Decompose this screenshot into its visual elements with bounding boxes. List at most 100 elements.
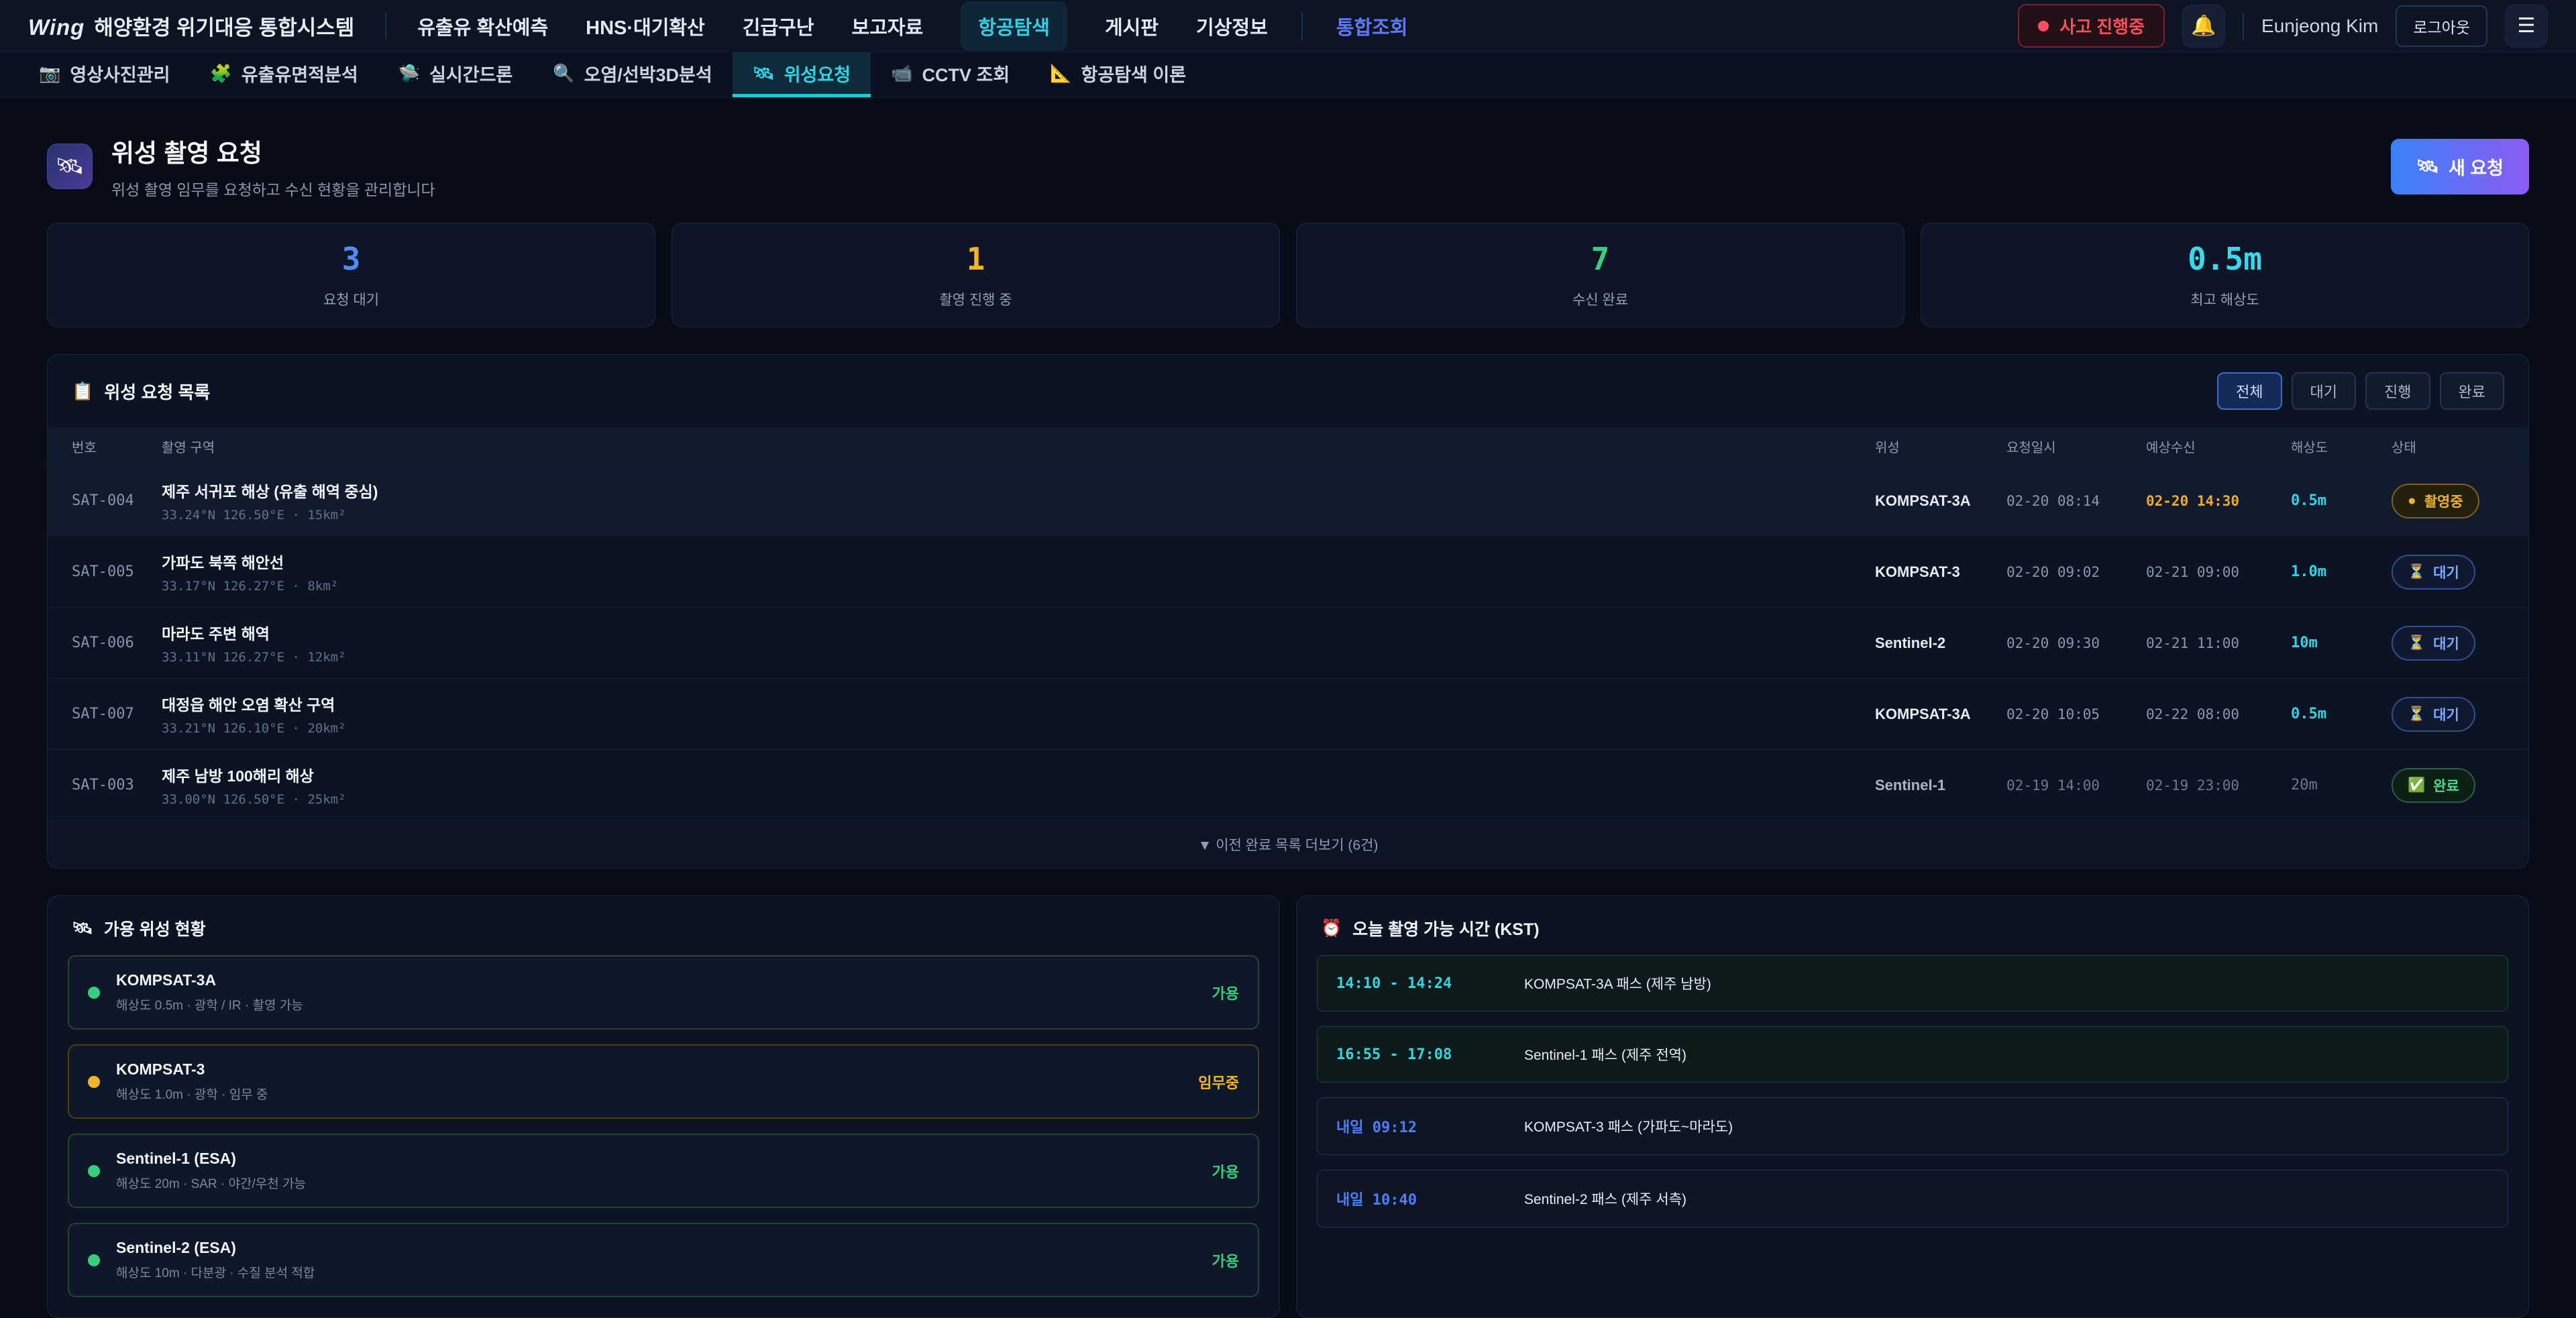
section-tab[interactable]: 🛰 위성요청	[733, 52, 871, 97]
requested-datetime: 02-20 09:02	[2006, 564, 2121, 580]
pass-window-card[interactable]: 내일 09:12 KOMPSAT-3 패스 (가파도~마라도)	[1317, 1097, 2508, 1155]
table-row[interactable]: SAT-007 대정읍 해안 오염 확산 구역 33.21°N 126.10°E…	[48, 678, 2528, 749]
satellite-name: Sentinel-1	[1875, 777, 1981, 794]
expected-datetime: 02-21 09:00	[2146, 564, 2265, 580]
stat-card: 7 수신 완료	[1296, 223, 1904, 327]
tab-label: 유출유면적분석	[241, 60, 358, 87]
section-tab[interactable]: 📹 CCTV 조회	[871, 52, 1030, 97]
main-menu-item[interactable]: 보고자료	[852, 12, 924, 40]
table-row[interactable]: SAT-005 가파도 북쪽 해안선 33.17°N 126.27°E · 8k…	[48, 536, 2528, 607]
area-name: 마라도 주변 해역	[162, 621, 1849, 644]
area-coordinates: 33.00°N 126.50°E · 25km²	[162, 792, 1849, 807]
request-id: SAT-007	[72, 706, 136, 722]
area-name: 제주 남방 100해리 해상	[162, 763, 1849, 786]
logo-mark: Wing	[28, 15, 85, 40]
filter-chip[interactable]: 진행	[2365, 372, 2430, 410]
pass-window-card[interactable]: 16:55 - 17:08 Sentinel-1 패스 (제주 전역)	[1317, 1026, 2508, 1083]
satellite-list: KOMPSAT-3A 해상도 0.5m · 광학 / IR · 촬영 가능 가용…	[48, 955, 1279, 1317]
resolution-value: 1.0m	[2291, 563, 2366, 580]
request-area: 대정읍 해안 오염 확산 구역 33.21°N 126.10°E · 20km²	[162, 692, 1849, 736]
main-menu-item[interactable]: 유출유 확산예측	[417, 12, 548, 40]
logout-button[interactable]: 로그아웃	[2396, 5, 2487, 47]
tab-icon: 📹	[891, 63, 912, 84]
filter-chip[interactable]: 전체	[2217, 372, 2282, 410]
available-satellites-panel: 🛰 가용 위성 현황 KOMPSAT-3A 해상도 0.5m · 광학 / IR…	[47, 895, 1280, 1318]
tab-label: 영상사진관리	[70, 60, 170, 87]
area-name: 대정읍 해안 오염 확산 구역	[162, 692, 1849, 715]
satellite-spec: 해상도 1.0m · 광학 · 임무 중	[116, 1085, 1182, 1103]
status-icon: ✅	[2408, 777, 2425, 793]
bottom-panels: 🛰 가용 위성 현황 KOMPSAT-3A 해상도 0.5m · 광학 / IR…	[47, 895, 2529, 1318]
section-tab[interactable]: 🛸 실시간드론	[378, 52, 533, 97]
main-menu-item[interactable]: 긴급구난	[743, 12, 814, 40]
status-cell: ⏳ 대기	[2392, 697, 2504, 732]
pass-time: 내일 10:40	[1336, 1188, 1504, 1209]
section-tab[interactable]: 📐 항공탐색 이론	[1030, 52, 1206, 97]
status-badge: ⏳ 대기	[2392, 697, 2475, 732]
expected-datetime: 02-19 23:00	[2146, 777, 2265, 793]
pass-time: 14:10 - 14:24	[1336, 975, 1504, 992]
incident-status-badge[interactable]: 사고 진행중	[2018, 4, 2165, 48]
main-menu-item[interactable]: 기상정보	[1196, 12, 1268, 40]
satellite-info: KOMPSAT-3A 해상도 0.5m · 광학 / IR · 촬영 가능	[116, 971, 1196, 1013]
tab-label: 위성요청	[784, 60, 851, 87]
resolution-value: 0.5m	[2291, 706, 2366, 722]
load-more-completed[interactable]: ▼ 이전 완료 목록 더보기 (6건)	[48, 820, 2528, 868]
status-cell: ⏳ 대기	[2392, 626, 2504, 661]
satellite-card[interactable]: Sentinel-1 (ESA) 해상도 20m · SAR · 야간/우천 가…	[68, 1134, 1259, 1208]
tab-label: 오염/선박3D분석	[584, 60, 712, 87]
satellite-icon: 🛰	[47, 144, 93, 189]
section-tab[interactable]: 🧩 유출유면적분석	[190, 52, 378, 97]
satellite-name: Sentinel-1 (ESA)	[116, 1150, 1196, 1168]
incident-label: 사고 진행중	[2059, 13, 2145, 38]
resolution-value: 20m	[2291, 777, 2366, 793]
main-menu-item[interactable]: 통합조회	[1301, 12, 1408, 40]
hamburger-icon: ☰	[2518, 14, 2536, 38]
satellite-card[interactable]: KOMPSAT-3 해상도 1.0m · 광학 · 임무 중 임무중	[68, 1044, 1259, 1119]
main-content: 🛰 위성 촬영 요청 위성 촬영 임무를 요청하고 수신 현황을 관리합니다 🛰…	[0, 133, 2576, 1318]
main-menu-item[interactable]: 항공탐색	[961, 1, 1067, 51]
status-badge: ● 촬영중	[2392, 484, 2479, 518]
section-tab[interactable]: 🔍 오염/선박3D분석	[533, 52, 732, 97]
pass-description: KOMPSAT-3 패스 (가파도~마라도)	[1524, 1116, 1733, 1136]
pass-window-card[interactable]: 14:10 - 14:24 KOMPSAT-3A 패스 (제주 남방)	[1317, 955, 2508, 1011]
col-resolution: 해상도	[2291, 437, 2366, 456]
filter-chip[interactable]: 대기	[2292, 372, 2356, 410]
status-badge: ✅ 완료	[2392, 768, 2475, 803]
table-row[interactable]: SAT-004 제주 서귀포 해상 (유출 해역 중심) 33.24°N 126…	[48, 465, 2528, 536]
incident-dot-icon	[2038, 21, 2049, 32]
page-header-text: 위성 촬영 요청 위성 촬영 임무를 요청하고 수신 현황을 관리합니다	[111, 133, 2391, 200]
request-id: SAT-006	[72, 635, 136, 651]
table-row[interactable]: SAT-003 제주 남방 100해리 해상 33.00°N 126.50°E …	[48, 749, 2528, 820]
notifications-button[interactable]: 🔔	[2182, 5, 2225, 48]
page-header: 🛰 위성 촬영 요청 위성 촬영 임무를 요청하고 수신 현황을 관리합니다 🛰…	[47, 133, 2529, 200]
status-icon: ⏳	[2408, 706, 2425, 722]
divider	[385, 13, 386, 40]
pass-window-card[interactable]: 내일 10:40 Sentinel-2 패스 (제주 서측)	[1317, 1170, 2508, 1227]
section-tabs: 📷 영상사진관리 🧩 유출유면적분석 🛸 실시간드론 🔍 오염/선박3D분석 🛰…	[0, 52, 2576, 98]
stat-value: 1	[679, 241, 1273, 277]
main-menu-item[interactable]: HNS·대기확산	[586, 12, 705, 40]
filter-chip[interactable]: 완료	[2440, 372, 2504, 410]
section-tab[interactable]: 📷 영상사진관리	[19, 52, 190, 97]
requested-datetime: 02-20 08:14	[2006, 493, 2121, 509]
satellite-card[interactable]: Sentinel-2 (ESA) 해상도 10m · 다분광 · 수질 분석 적…	[68, 1223, 1259, 1297]
requested-datetime: 02-20 10:05	[2006, 706, 2121, 722]
hamburger-menu-button[interactable]: ☰	[2505, 5, 2548, 48]
tab-icon: 🛸	[398, 63, 420, 84]
tab-icon: 🔍	[553, 63, 574, 84]
satellite-name: KOMPSAT-3A	[1875, 706, 1981, 723]
area-coordinates: 33.21°N 126.10°E · 20km²	[162, 721, 1849, 736]
satellite-card[interactable]: KOMPSAT-3A 해상도 0.5m · 광학 / IR · 촬영 가능 가용	[68, 955, 1259, 1030]
table-row[interactable]: SAT-006 마라도 주변 해역 33.11°N 126.27°E · 12k…	[48, 607, 2528, 678]
satellite-icon: 🛰	[2416, 156, 2439, 177]
main-menu-item[interactable]: 게시판	[1105, 12, 1159, 40]
clipboard-icon: 📋	[72, 381, 93, 402]
status-dot-icon	[88, 1254, 100, 1266]
request-area: 마라도 주변 해역 33.11°N 126.27°E · 12km²	[162, 621, 1849, 665]
new-request-button[interactable]: 🛰 새 요청	[2391, 139, 2529, 195]
bell-icon: 🔔	[2191, 14, 2216, 38]
main-menu: 유출유 확산예측 HNS·대기확산 긴급구난 보고자료 항공탐색 게시판 기상정…	[417, 1, 2018, 51]
availability-label: 가용	[1212, 1160, 1239, 1182]
tab-icon: 📐	[1050, 63, 1071, 84]
